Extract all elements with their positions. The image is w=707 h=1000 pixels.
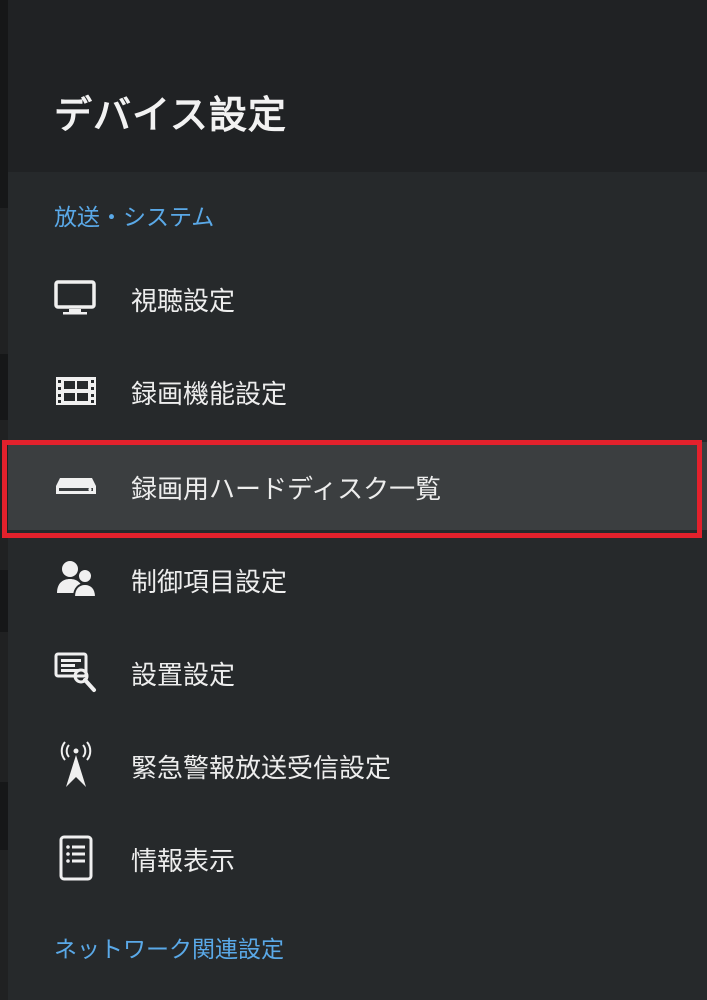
menu-item-label: 設置設定 — [131, 661, 236, 691]
menu-item-viewing-settings[interactable]: 視聴設定 — [8, 254, 707, 342]
menu-item-label: 情報表示 — [131, 847, 236, 877]
users-icon — [54, 557, 98, 601]
menu-item-label: 録画機能設定 — [131, 380, 288, 410]
document-icon — [54, 835, 98, 881]
menu-item-information-display[interactable]: 情報表示 — [8, 814, 707, 902]
menu-item-label: 視聴設定 — [131, 287, 236, 317]
section-heading-broadcast-system: 放送・システム — [54, 205, 215, 231]
section-heading-network: ネットワーク関連設定 — [54, 937, 284, 963]
menu-item-label: 録画用ハードディスク一覧 — [131, 475, 442, 505]
menu-item-recording-hdd-list[interactable]: 録画用ハードディスク一覧 — [8, 442, 707, 530]
background-strip — [0, 0, 8, 1000]
menu-item-control-settings[interactable]: 制御項目設定 — [8, 535, 707, 623]
antenna-icon — [54, 741, 98, 787]
menu-item-recording-settings[interactable]: 録画機能設定 — [8, 347, 707, 435]
settings-panel: デバイス設定 放送・システム 視聴設定 録画機能設定 録画用ハードディスク一覧 … — [8, 0, 707, 1000]
tv-icon — [54, 276, 98, 320]
setup-tool-icon — [54, 650, 98, 694]
film-icon — [54, 369, 98, 413]
menu-item-label: 緊急警報放送受信設定 — [131, 754, 392, 784]
hard-disk-icon — [54, 464, 98, 508]
panel-header: デバイス設定 — [8, 0, 707, 172]
menu-item-emergency-alert-settings[interactable]: 緊急警報放送受信設定 — [8, 721, 707, 809]
menu-item-installation-settings[interactable]: 設置設定 — [8, 628, 707, 716]
menu-item-label: 制御項目設定 — [131, 568, 288, 598]
page-title: デバイス設定 — [54, 93, 287, 137]
